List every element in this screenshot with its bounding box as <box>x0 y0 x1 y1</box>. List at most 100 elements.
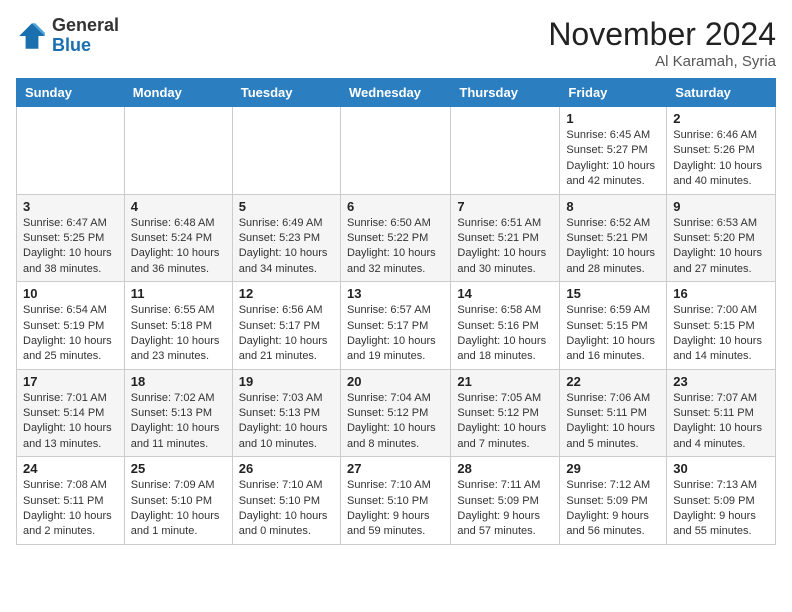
day-number: 3 <box>23 199 118 214</box>
day-number: 2 <box>673 111 769 126</box>
day-info: Sunrise: 7:01 AM Sunset: 5:14 PM Dayligh… <box>23 391 118 453</box>
calendar-cell <box>17 107 125 195</box>
day-number: 18 <box>131 374 226 389</box>
calendar-cell <box>340 107 450 195</box>
day-info: Sunrise: 7:05 AM Sunset: 5:12 PM Dayligh… <box>457 391 553 453</box>
day-number: 17 <box>23 374 118 389</box>
day-header-friday: Friday <box>560 79 667 107</box>
calendar-cell: 5 Sunrise: 6:49 AM Sunset: 5:23 PM Daylig… <box>232 194 340 282</box>
day-number: 4 <box>131 199 226 214</box>
day-info: Sunrise: 6:56 AM Sunset: 5:17 PM Dayligh… <box>239 303 334 365</box>
day-number: 26 <box>239 461 334 476</box>
calendar-week-1: 1 Sunrise: 6:45 AM Sunset: 5:27 PM Daylig… <box>17 107 776 195</box>
calendar-cell: 10 Sunrise: 6:54 AM Sunset: 5:19 PM Dayli… <box>17 282 125 370</box>
month-title: November 2024 <box>548 16 776 53</box>
day-number: 25 <box>131 461 226 476</box>
calendar-cell: 16 Sunrise: 7:00 AM Sunset: 5:15 PM Dayli… <box>667 282 776 370</box>
day-info: Sunrise: 7:02 AM Sunset: 5:13 PM Dayligh… <box>131 391 226 453</box>
day-number: 6 <box>347 199 444 214</box>
calendar-cell: 15Sunrise: 6:59 AM Sunset: 5:15 PM Dayli… <box>560 282 667 370</box>
day-number: 29 <box>566 461 660 476</box>
day-info: Sunrise: 6:52 AM Sunset: 5:21 PM Dayligh… <box>566 216 660 278</box>
calendar-cell: 21 Sunrise: 7:05 AM Sunset: 5:12 PM Dayli… <box>451 369 560 457</box>
day-number: 19 <box>239 374 334 389</box>
day-info: Sunrise: 7:09 AM Sunset: 5:10 PM Dayligh… <box>131 478 226 540</box>
calendar-cell: 18 Sunrise: 7:02 AM Sunset: 5:13 PM Dayli… <box>124 369 232 457</box>
day-header-saturday: Saturday <box>667 79 776 107</box>
day-number: 1 <box>566 111 660 126</box>
calendar: SundayMondayTuesdayWednesdayThursdayFrid… <box>16 78 776 545</box>
day-info: Sunrise: 6:48 AM Sunset: 5:24 PM Dayligh… <box>131 216 226 278</box>
day-info: Sunrise: 6:59 AM Sunset: 5:15 PM Dayligh… <box>566 303 660 365</box>
day-info: Sunrise: 6:49 AM Sunset: 5:23 PM Dayligh… <box>239 216 334 278</box>
calendar-cell: 11Sunrise: 6:55 AM Sunset: 5:18 PM Dayli… <box>124 282 232 370</box>
calendar-cell: 4 Sunrise: 6:48 AM Sunset: 5:24 PM Daylig… <box>124 194 232 282</box>
logo-text: General Blue <box>52 16 119 56</box>
day-number: 16 <box>673 286 769 301</box>
day-header-wednesday: Wednesday <box>340 79 450 107</box>
calendar-cell: 8Sunrise: 6:52 AM Sunset: 5:21 PM Daylig… <box>560 194 667 282</box>
calendar-cell <box>451 107 560 195</box>
calendar-cell: 2 Sunrise: 6:46 AM Sunset: 5:26 PM Daylig… <box>667 107 776 195</box>
calendar-cell: 3Sunrise: 6:47 AM Sunset: 5:25 PM Daylig… <box>17 194 125 282</box>
calendar-cell: 29 Sunrise: 7:12 AM Sunset: 5:09 PM Dayli… <box>560 457 667 545</box>
day-number: 13 <box>347 286 444 301</box>
calendar-week-2: 3Sunrise: 6:47 AM Sunset: 5:25 PM Daylig… <box>17 194 776 282</box>
day-info: Sunrise: 6:46 AM Sunset: 5:26 PM Dayligh… <box>673 128 769 190</box>
calendar-cell: 17 Sunrise: 7:01 AM Sunset: 5:14 PM Dayli… <box>17 369 125 457</box>
day-info: Sunrise: 6:53 AM Sunset: 5:20 PM Dayligh… <box>673 216 769 278</box>
page-header: General Blue November 2024 Al Karamah, S… <box>16 16 776 70</box>
logo-icon <box>16 20 48 52</box>
day-number: 21 <box>457 374 553 389</box>
day-info: Sunrise: 7:00 AM Sunset: 5:15 PM Dayligh… <box>673 303 769 365</box>
calendar-cell: 14 Sunrise: 6:58 AM Sunset: 5:16 PM Dayli… <box>451 282 560 370</box>
calendar-cell <box>124 107 232 195</box>
day-info: Sunrise: 7:03 AM Sunset: 5:13 PM Dayligh… <box>239 391 334 453</box>
day-info: Sunrise: 7:04 AM Sunset: 5:12 PM Dayligh… <box>347 391 444 453</box>
calendar-cell: 25 Sunrise: 7:09 AM Sunset: 5:10 PM Dayli… <box>124 457 232 545</box>
day-number: 28 <box>457 461 553 476</box>
calendar-cell: 27 Sunrise: 7:10 AM Sunset: 5:10 PM Dayli… <box>340 457 450 545</box>
day-number: 14 <box>457 286 553 301</box>
calendar-cell: 22Sunrise: 7:06 AM Sunset: 5:11 PM Dayli… <box>560 369 667 457</box>
day-number: 27 <box>347 461 444 476</box>
day-number: 9 <box>673 199 769 214</box>
calendar-week-5: 24Sunrise: 7:08 AM Sunset: 5:11 PM Dayli… <box>17 457 776 545</box>
calendar-week-3: 10 Sunrise: 6:54 AM Sunset: 5:19 PM Dayli… <box>17 282 776 370</box>
day-info: Sunrise: 7:10 AM Sunset: 5:10 PM Dayligh… <box>347 478 444 540</box>
day-info: Sunrise: 6:58 AM Sunset: 5:16 PM Dayligh… <box>457 303 553 365</box>
day-info: Sunrise: 7:07 AM Sunset: 5:11 PM Dayligh… <box>673 391 769 453</box>
calendar-cell: 23Sunrise: 7:07 AM Sunset: 5:11 PM Dayli… <box>667 369 776 457</box>
day-info: Sunrise: 6:54 AM Sunset: 5:19 PM Dayligh… <box>23 303 118 365</box>
day-header-thursday: Thursday <box>451 79 560 107</box>
calendar-cell: 30 Sunrise: 7:13 AM Sunset: 5:09 PM Dayli… <box>667 457 776 545</box>
day-info: Sunrise: 6:57 AM Sunset: 5:17 PM Dayligh… <box>347 303 444 365</box>
day-number: 5 <box>239 199 334 214</box>
day-number: 10 <box>23 286 118 301</box>
day-header-sunday: Sunday <box>17 79 125 107</box>
calendar-cell: 28Sunrise: 7:11 AM Sunset: 5:09 PM Dayli… <box>451 457 560 545</box>
logo: General Blue <box>16 16 119 56</box>
day-number: 30 <box>673 461 769 476</box>
day-info: Sunrise: 7:12 AM Sunset: 5:09 PM Dayligh… <box>566 478 660 540</box>
day-number: 20 <box>347 374 444 389</box>
day-info: Sunrise: 6:45 AM Sunset: 5:27 PM Dayligh… <box>566 128 660 190</box>
day-info: Sunrise: 7:06 AM Sunset: 5:11 PM Dayligh… <box>566 391 660 453</box>
day-info: Sunrise: 7:13 AM Sunset: 5:09 PM Dayligh… <box>673 478 769 540</box>
title-block: November 2024 Al Karamah, Syria <box>548 16 776 70</box>
day-number: 7 <box>457 199 553 214</box>
calendar-cell: 13 Sunrise: 6:57 AM Sunset: 5:17 PM Dayli… <box>340 282 450 370</box>
calendar-cell <box>232 107 340 195</box>
day-header-tuesday: Tuesday <box>232 79 340 107</box>
day-info: Sunrise: 6:51 AM Sunset: 5:21 PM Dayligh… <box>457 216 553 278</box>
day-number: 12 <box>239 286 334 301</box>
calendar-cell: 26 Sunrise: 7:10 AM Sunset: 5:10 PM Dayli… <box>232 457 340 545</box>
calendar-cell: 1 Sunrise: 6:45 AM Sunset: 5:27 PM Daylig… <box>560 107 667 195</box>
calendar-cell: 12 Sunrise: 6:56 AM Sunset: 5:17 PM Dayli… <box>232 282 340 370</box>
day-header-monday: Monday <box>124 79 232 107</box>
day-info: Sunrise: 7:10 AM Sunset: 5:10 PM Dayligh… <box>239 478 334 540</box>
calendar-cell: 24Sunrise: 7:08 AM Sunset: 5:11 PM Dayli… <box>17 457 125 545</box>
calendar-week-4: 17 Sunrise: 7:01 AM Sunset: 5:14 PM Dayli… <box>17 369 776 457</box>
day-info: Sunrise: 6:55 AM Sunset: 5:18 PM Dayligh… <box>131 303 226 365</box>
location: Al Karamah, Syria <box>548 53 776 70</box>
